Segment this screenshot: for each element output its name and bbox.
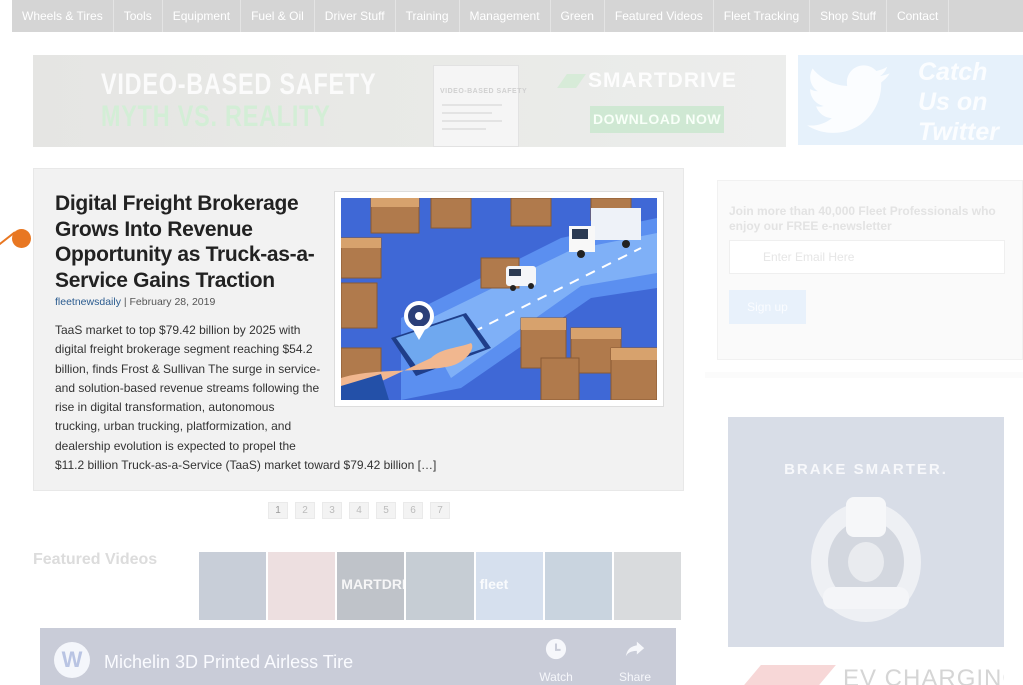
twitter-ad-text: Catch Us on Twitter xyxy=(918,58,1000,145)
meta-separator: | xyxy=(120,296,130,308)
pagination: 1234567 xyxy=(268,502,457,519)
article-image xyxy=(341,198,657,400)
nav-item-equipment[interactable]: Equipment xyxy=(163,0,242,32)
video-thumbnail[interactable] xyxy=(406,552,474,620)
video-thumbnail[interactable] xyxy=(199,552,267,620)
top-nav: Wheels & Tires Tools Equipment Fuel & Oil Dr… xyxy=(12,0,1023,32)
article-date: February 28, 2019 xyxy=(129,296,216,308)
page-link-5[interactable]: 5 xyxy=(376,502,396,519)
nav-item-shop-stuff[interactable]: Shop Stuff xyxy=(810,0,887,32)
email-field[interactable]: Enter Email Here xyxy=(729,240,1005,274)
video-thumbnail[interactable] xyxy=(613,552,681,620)
video-thumbnail-label: MARTDRI xyxy=(341,576,405,592)
sidebar-divider xyxy=(705,372,1023,378)
nav-item-featured-videos[interactable]: Featured Videos xyxy=(605,0,714,32)
video-thumbnail[interactable] xyxy=(268,552,336,620)
article-thumbnail[interactable] xyxy=(334,191,664,407)
nav-item-wheels-tires[interactable]: Wheels & Tires xyxy=(12,0,114,32)
newsletter-text: Join more than 40,000 Fleet Professional… xyxy=(729,204,996,233)
video-thumbnail[interactable]: fleet xyxy=(475,552,543,620)
banner-headline-line1: VIDEO-BASED SAFETY xyxy=(101,68,377,101)
article-card: Digital Freight Brokerage Grows Into Rev… xyxy=(33,168,684,491)
brake-caliper-image xyxy=(811,497,921,622)
channel-logo[interactable]: W xyxy=(54,642,90,678)
banner-document-image: VIDEO-BASED SAFETY xyxy=(433,65,527,147)
ev-charging-text: EV CHARGING xyxy=(843,665,1004,685)
nav-item-training[interactable]: Training xyxy=(396,0,460,32)
nav-item-contact[interactable]: Contact xyxy=(887,0,950,32)
smartdrive-mark-icon xyxy=(557,74,586,88)
nav-item-tools[interactable]: Tools xyxy=(114,0,163,32)
smartdrive-banner-ad[interactable]: VIDEO-BASED SAFETY MYTH VS. REALITY VIDE… xyxy=(33,55,786,147)
video-thumbnail-label: fleet xyxy=(479,576,509,592)
share-button[interactable]: Share xyxy=(605,638,665,684)
video-title[interactable]: Michelin 3D Printed Airless Tire xyxy=(104,652,353,673)
download-now-button[interactable]: DOWNLOAD NOW xyxy=(590,106,724,133)
page-link-6[interactable]: 6 xyxy=(403,502,423,519)
article-title[interactable]: Digital Freight Brokerage Grows Into Rev… xyxy=(55,191,330,293)
ev-charging-ad[interactable]: EV CHARGING xyxy=(728,655,1004,685)
share-label: Share xyxy=(618,670,652,684)
brake-smarter-ad[interactable]: BRAKE SMARTER. xyxy=(728,417,1004,647)
share-arrow-icon xyxy=(625,641,645,657)
watch-later-button[interactable]: Watch later xyxy=(526,638,586,685)
page-link-4[interactable]: 4 xyxy=(349,502,369,519)
video-thumbnail[interactable] xyxy=(544,552,612,620)
video-player[interactable]: W Michelin 3D Printed Airless Tire Watch… xyxy=(40,628,676,685)
article-meta: fleetnewsdaily | February 28, 2019 xyxy=(55,296,215,308)
page-link-1[interactable]: 1 xyxy=(268,502,288,519)
featured-videos-title: Featured Videos xyxy=(33,551,158,568)
featured-videos-strip: MARTDRI fleet xyxy=(199,552,683,620)
article-author-link[interactable]: fleetnewsdaily xyxy=(55,296,121,308)
nav-item-driver-stuff[interactable]: Driver Stuff xyxy=(315,0,396,32)
annotation-marker xyxy=(12,229,31,248)
nav-item-fuel-oil[interactable]: Fuel & Oil xyxy=(241,0,315,32)
smartdrive-logo: SMARTDRIVE xyxy=(557,69,737,93)
freight-illustration xyxy=(341,198,657,400)
clock-icon xyxy=(545,638,567,660)
nav-item-management[interactable]: Management xyxy=(460,0,551,32)
nav-item-green[interactable]: Green xyxy=(551,0,605,32)
ad-red-stripe xyxy=(739,665,836,685)
nav-item-fleet-tracking[interactable]: Fleet Tracking xyxy=(714,0,811,32)
page-link-7[interactable]: 7 xyxy=(430,502,450,519)
page-link-3[interactable]: 3 xyxy=(322,502,342,519)
twitter-bird-icon xyxy=(807,65,890,133)
newsletter-signup: Join more than 40,000 Fleet Professional… xyxy=(717,180,1023,360)
watch-later-label: Watch later xyxy=(539,670,573,685)
smartdrive-name: SMARTDRIVE xyxy=(588,69,737,92)
banner-headline-line2: MYTH VS. REALITY xyxy=(101,100,331,133)
video-thumbnail[interactable]: MARTDRI xyxy=(337,552,405,620)
banner-headline: VIDEO-BASED SAFETY MYTH VS. REALITY xyxy=(101,69,376,133)
banner-document-title: VIDEO-BASED SAFETY xyxy=(440,88,528,95)
twitter-ad[interactable]: Catch Us on Twitter xyxy=(798,55,1023,145)
sign-up-button[interactable]: Sign up xyxy=(729,290,806,324)
page-link-2[interactable]: 2 xyxy=(295,502,315,519)
